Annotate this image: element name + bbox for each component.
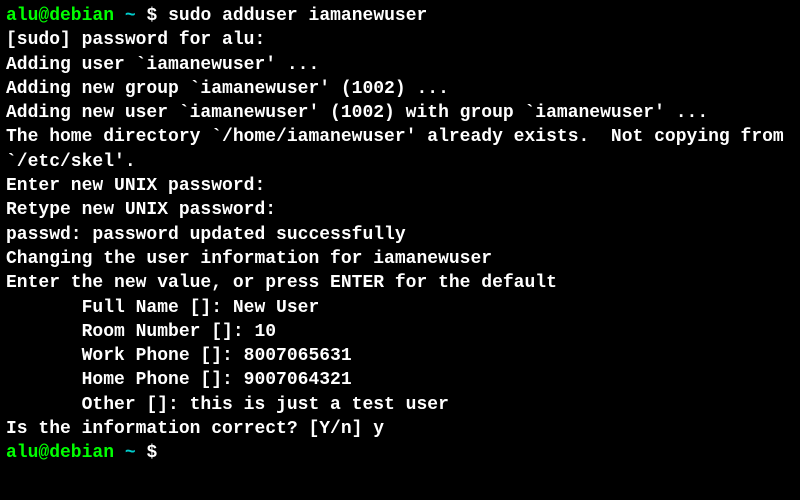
output-adding-user-group: Adding new user `iamanewuser' (1002) wit… — [6, 101, 794, 125]
output-fullname[interactable]: Full Name []: New User — [6, 296, 794, 320]
output-adding-group: Adding new group `iamanewuser' (1002) ..… — [6, 77, 794, 101]
output-enter-value: Enter the new value, or press ENTER for … — [6, 271, 794, 295]
output-enter-password[interactable]: Enter new UNIX password: — [6, 174, 794, 198]
output-sudo-password: [sudo] password for alu: — [6, 28, 794, 52]
prompt-user-host: alu@debian — [6, 443, 114, 463]
output-changing-info: Changing the user information for iamane… — [6, 247, 794, 271]
output-home-exists: The home directory `/home/iamanewuser' a… — [6, 125, 794, 174]
prompt-user-host: alu@debian — [6, 6, 114, 26]
prompt-symbol: $ — [146, 443, 157, 463]
output-confirm[interactable]: Is the information correct? [Y/n] y — [6, 417, 794, 441]
output-room[interactable]: Room Number []: 10 — [6, 320, 794, 344]
output-homephone[interactable]: Home Phone []: 9007064321 — [6, 368, 794, 392]
prompt-cwd: ~ — [125, 443, 147, 463]
terminal-window: alu@debian ~ $ sudo adduser iamanewuser … — [6, 4, 794, 466]
command-input[interactable]: sudo adduser iamanewuser — [168, 6, 427, 26]
prompt-line-2[interactable]: alu@debian ~ $ — [6, 441, 794, 465]
output-retype-password[interactable]: Retype new UNIX password: — [6, 198, 794, 222]
output-password-updated: passwd: password updated successfully — [6, 223, 794, 247]
prompt-symbol: $ — [146, 6, 157, 26]
prompt-line-1[interactable]: alu@debian ~ $ sudo adduser iamanewuser — [6, 4, 794, 28]
prompt-cwd: ~ — [125, 6, 147, 26]
output-workphone[interactable]: Work Phone []: 8007065631 — [6, 344, 794, 368]
output-adding-user: Adding user `iamanewuser' ... — [6, 53, 794, 77]
output-other[interactable]: Other []: this is just a test user — [6, 393, 794, 417]
